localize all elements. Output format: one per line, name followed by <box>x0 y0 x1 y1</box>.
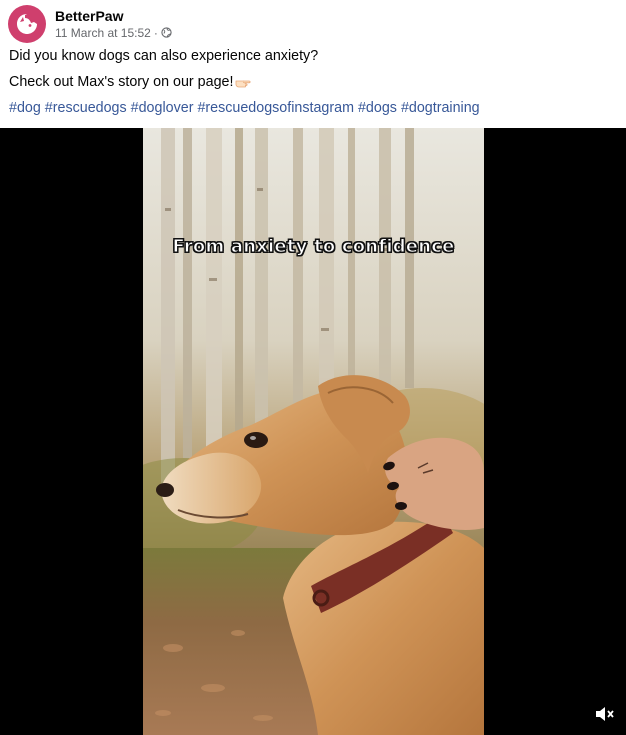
post-timestamp[interactable]: 11 March at 15:52 <box>55 25 151 41</box>
globe-icon[interactable] <box>161 27 172 38</box>
hashtag-link[interactable]: #doglover <box>131 100 194 116</box>
post-meta: BetterPaw 11 March at 15:52 · <box>55 8 172 41</box>
hashtag-link[interactable]: #rescuedogsofinstagram <box>197 100 354 116</box>
post-header: BetterPaw 11 March at 15:52 · <box>8 4 172 44</box>
speaker-muted-icon <box>596 707 614 721</box>
dog-logo-icon <box>17 14 37 34</box>
hashtag-link[interactable]: #dogtraining <box>401 100 480 116</box>
video-overlay-caption: From anxiety to confidence <box>172 236 455 258</box>
timestamp-separator: · <box>153 25 158 40</box>
post-timestamp-row: 11 March at 15:52 · <box>55 25 172 41</box>
page-name-link[interactable]: BetterPaw <box>55 8 172 25</box>
caption-line-1: Did you know dogs can also experience an… <box>9 48 319 64</box>
caption-line-2-text: Check out Max's story on our page! <box>9 74 234 90</box>
video-player[interactable]: From anxiety to confidence <box>0 128 626 735</box>
hashtag-link[interactable]: #dogs <box>358 100 397 116</box>
video-frame[interactable]: From anxiety to confidence <box>143 128 484 735</box>
mute-toggle-button[interactable] <box>594 703 616 725</box>
caption-line-2: Check out Max's story on our page! <box>9 73 251 91</box>
hashtag-link[interactable]: #dog <box>9 100 41 116</box>
dog-video-thumbnail <box>143 128 484 735</box>
page-avatar[interactable] <box>8 5 46 43</box>
pointing-hand-emoji-icon <box>236 80 251 88</box>
hashtag-link[interactable]: #rescuedogs <box>45 100 127 116</box>
hashtag-row: #dog #rescuedogs #doglover #rescuedogsof… <box>9 99 480 117</box>
